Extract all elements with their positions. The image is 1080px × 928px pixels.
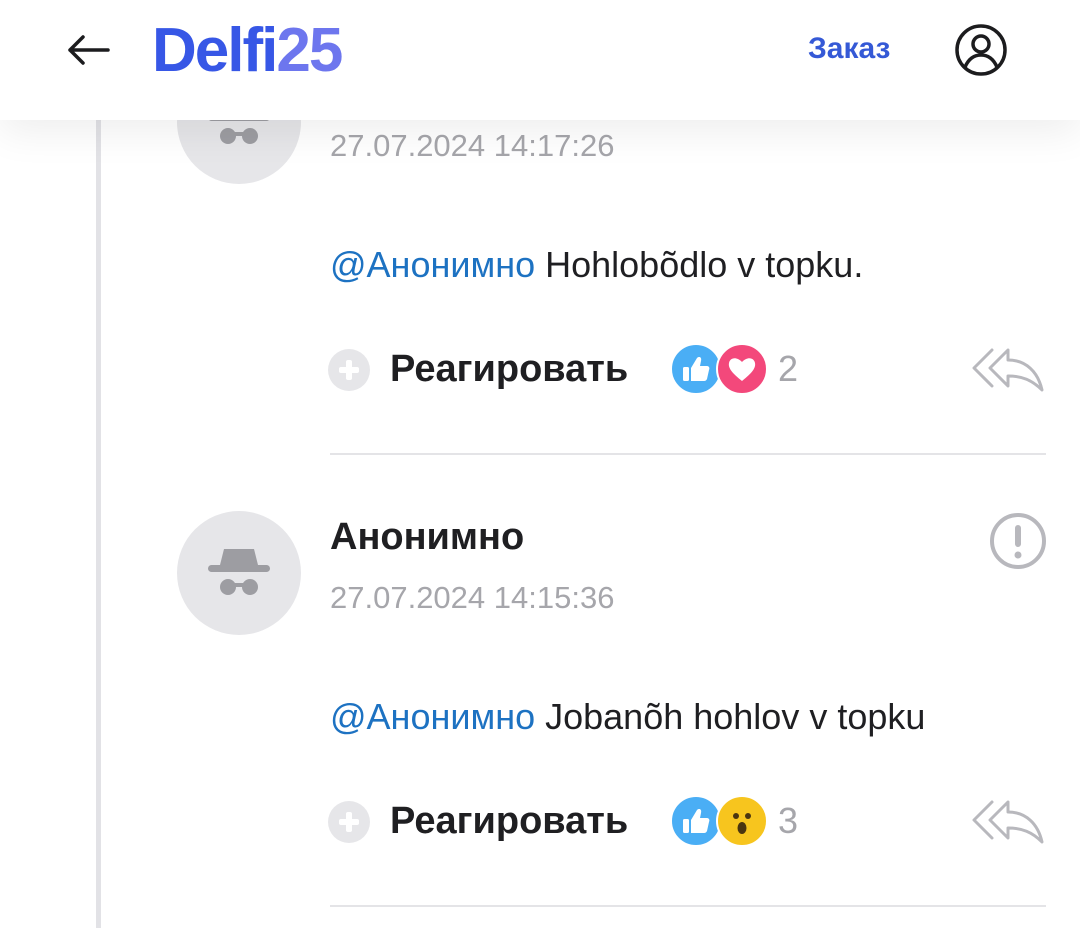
comment-timestamp: 27.07.2024 14:15:36 bbox=[330, 580, 615, 615]
plus-icon bbox=[328, 348, 370, 391]
logo-number-text: 25 bbox=[276, 15, 343, 85]
comment-text: @Анонимно Jobanõh hohlov v topku bbox=[330, 696, 925, 738]
reply-all-icon[interactable] bbox=[970, 340, 1046, 396]
reaction-summary[interactable]: 3 bbox=[670, 795, 798, 847]
reply-all-icon[interactable] bbox=[970, 792, 1046, 848]
comment-body: Jobanõh hohlov v topku bbox=[535, 696, 926, 737]
delfi-logo[interactable]: Delfi 25 bbox=[152, 14, 343, 86]
react-label: Реагировать bbox=[390, 800, 629, 842]
wow-face-icon bbox=[716, 795, 768, 847]
mention-link[interactable]: @Анонимно bbox=[330, 696, 535, 737]
order-link[interactable]: Заказ bbox=[808, 32, 890, 66]
reaction-count: 2 bbox=[778, 348, 799, 389]
comment-body: Hohlobõdlo v topku. bbox=[535, 244, 864, 285]
react-button[interactable]: Реагировать bbox=[328, 800, 628, 843]
comment-timestamp: 27.07.2024 14:17:26 bbox=[330, 128, 615, 163]
arrow-left-icon bbox=[68, 35, 110, 65]
thumbs-up-icon bbox=[670, 343, 722, 395]
comment-divider bbox=[330, 905, 1046, 907]
comment-text: @Анонимно Hohlobõdlo v topku. bbox=[330, 244, 863, 286]
mention-link[interactable]: @Анонимно bbox=[330, 244, 535, 285]
back-button[interactable] bbox=[60, 24, 116, 76]
app-header: Delfi 25 Заказ bbox=[0, 0, 1080, 120]
comment-divider bbox=[330, 453, 1046, 455]
reaction-count: 3 bbox=[778, 800, 799, 841]
user-circle-icon[interactable] bbox=[953, 22, 1009, 78]
incognito-icon bbox=[208, 549, 270, 595]
thread-line bbox=[96, 100, 101, 928]
heart-icon bbox=[716, 343, 768, 395]
report-icon[interactable] bbox=[988, 511, 1048, 571]
plus-icon bbox=[328, 800, 370, 843]
logo-main-text: Delfi bbox=[152, 15, 278, 85]
react-button[interactable]: Реагировать bbox=[328, 348, 628, 391]
react-label: Реагировать bbox=[390, 348, 629, 390]
anonymous-avatar bbox=[177, 511, 301, 635]
thumbs-up-icon bbox=[670, 795, 722, 847]
reaction-summary[interactable]: 2 bbox=[670, 343, 798, 395]
comment-author: Анонимно bbox=[330, 516, 525, 558]
